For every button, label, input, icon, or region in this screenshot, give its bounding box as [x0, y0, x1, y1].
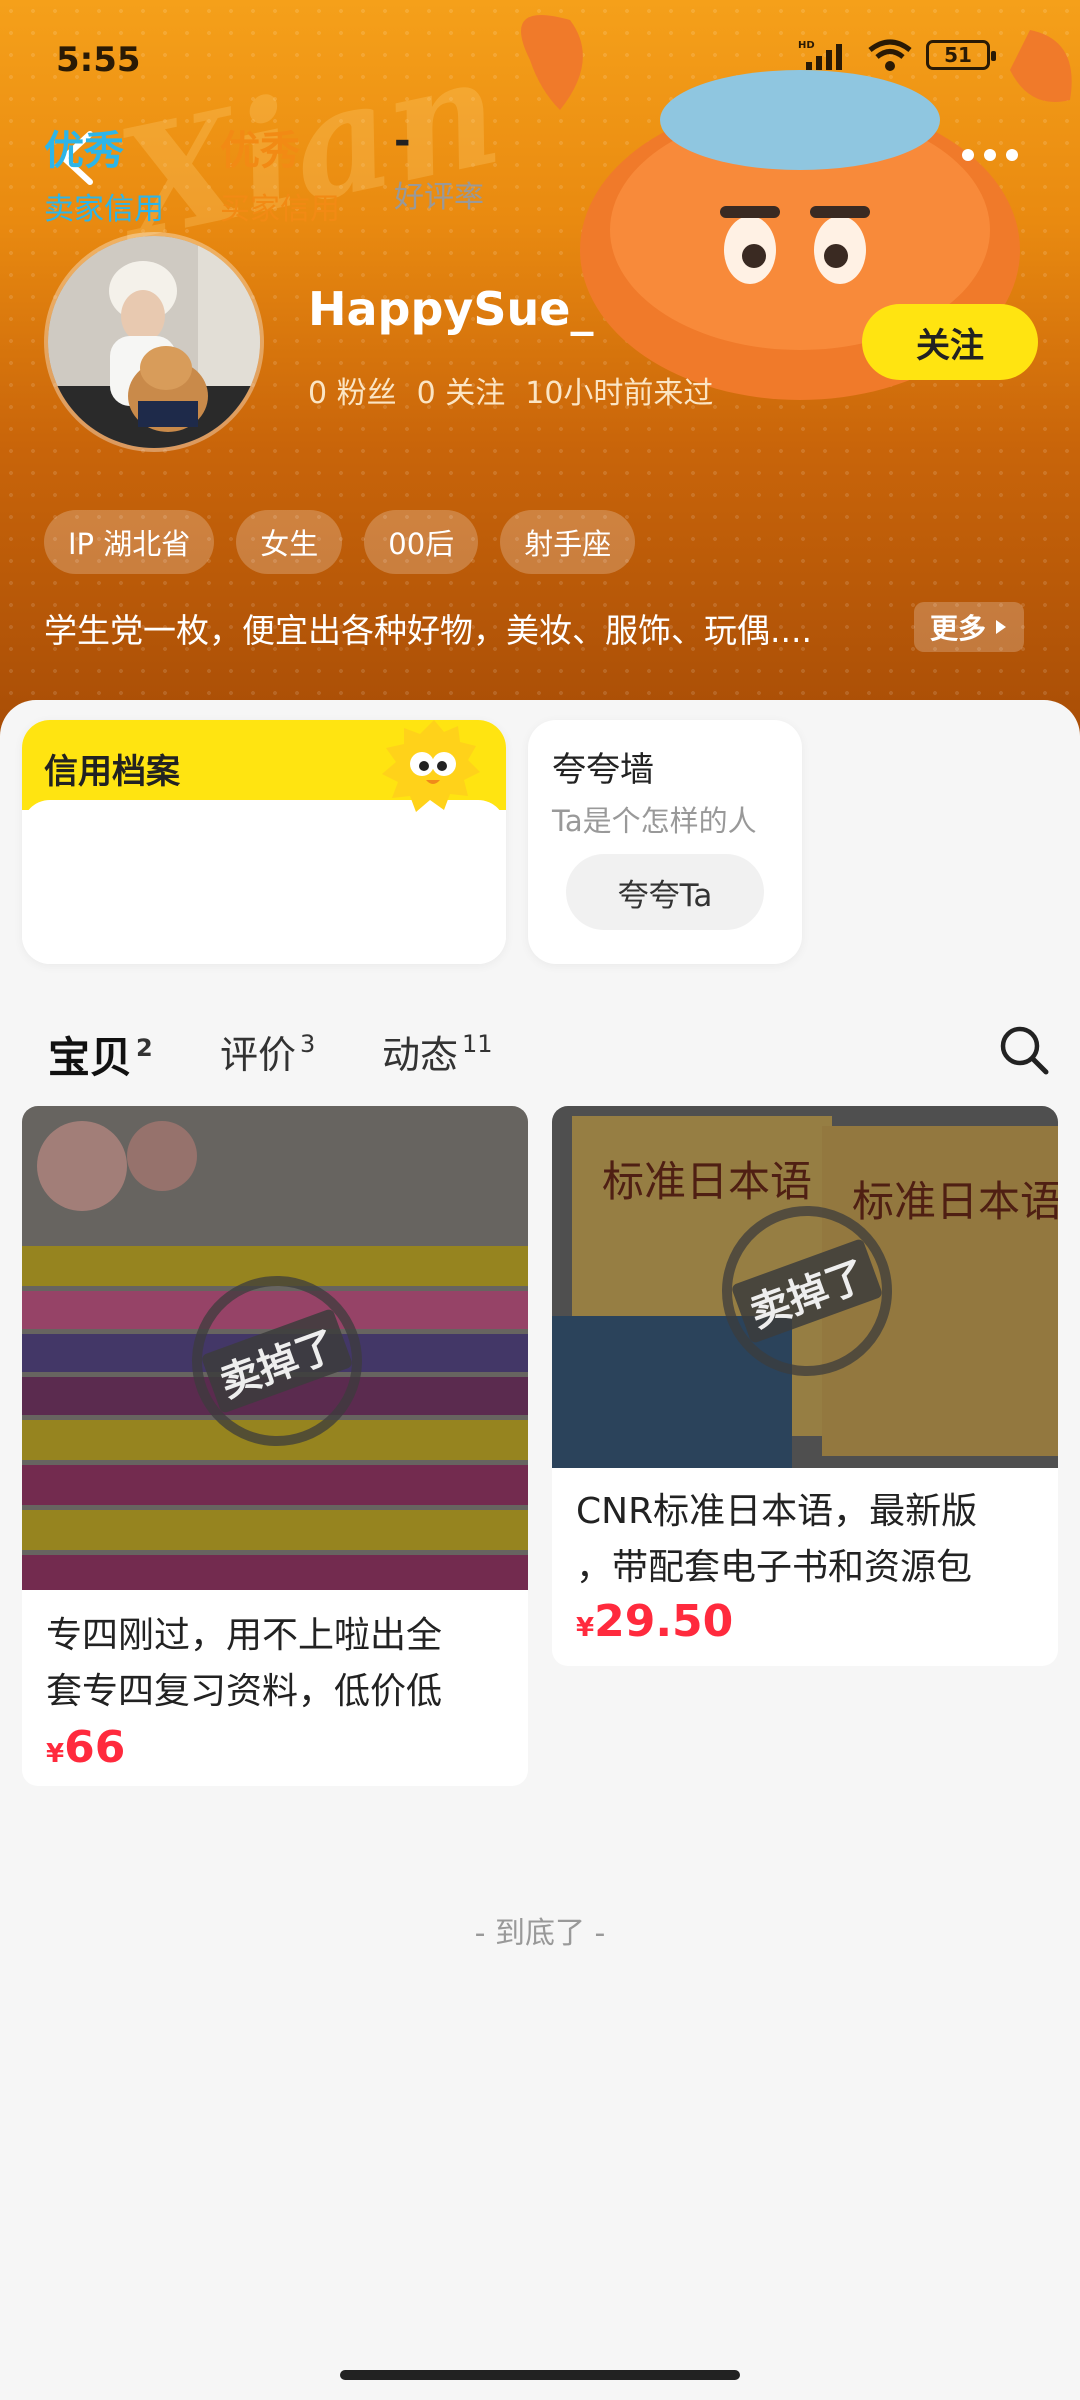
battery-icon: 51	[926, 40, 996, 70]
product-title-line-1: CNR标准日本语，最新版	[576, 1491, 978, 1532]
price-value: 29.50	[594, 1596, 734, 1647]
tab-items[interactable]: 宝贝 2	[48, 1024, 153, 1085]
tag-gender: 女生	[236, 510, 343, 574]
praise-button[interactable]: 夸夸Ta	[566, 854, 764, 930]
more-options-icon[interactable]	[962, 140, 1032, 170]
good-rate-value: -	[394, 118, 411, 164]
profile-stats: 0 粉丝 0 关注 10小时前来过	[308, 368, 713, 412]
product-card[interactable]: 卖掉了 专四刚过，用不上啦出全 套专四复习资料，低价低 ¥66	[22, 1106, 528, 1786]
product-title: CNR标准日本语，最新版 ，带配套电子书和资源包	[576, 1484, 977, 1596]
profile-banner: Xian 5:55 HD 51 HappySue_ 0 粉丝 0 关注 10小时…	[0, 0, 1080, 740]
tab-reviews-label: 评价	[220, 1033, 297, 1077]
followers-count[interactable]: 0 粉丝	[308, 368, 397, 412]
currency-symbol: ¥	[46, 1739, 65, 1769]
credit-title: 信用档案	[44, 752, 180, 792]
username: HappySue_	[308, 282, 594, 336]
product-title: 专四刚过，用不上啦出全 套专四复习资料，低价低	[46, 1608, 442, 1720]
praise-wall-card[interactable]: 夸夸墙 Ta是个怎样的人 夸夸Ta	[528, 720, 802, 964]
signal-icon: HD	[798, 40, 842, 70]
svg-text:HD: HD	[798, 40, 815, 51]
seller-credit-label: 卖家信用	[44, 192, 164, 227]
follow-button[interactable]: 关注	[862, 304, 1038, 380]
status-icons: HD 51	[798, 38, 996, 72]
praise-title: 夸夸墙	[552, 750, 654, 790]
avatar[interactable]	[44, 232, 264, 452]
product-title-line-2: ，带配套电子书和资源包	[576, 1547, 973, 1588]
price-value: 66	[64, 1722, 126, 1773]
buyer-credit-value: 优秀	[220, 128, 300, 174]
profile-bio: 学生党一枚，便宜出各种好物，美妆、服饰、玩偶....	[44, 611, 812, 650]
buyer-credit: 优秀 买家信用	[220, 118, 340, 228]
tab-reviews-count: 3	[300, 1030, 316, 1058]
search-icon[interactable]	[998, 1024, 1050, 1076]
tab-posts-count: 11	[462, 1030, 493, 1058]
credit-body	[22, 800, 506, 964]
product-price: ¥29.50	[576, 1596, 733, 1647]
tab-posts[interactable]: 动态 11	[382, 1024, 493, 1079]
avatar-photo	[48, 236, 260, 448]
seller-credit: 优秀 卖家信用	[44, 118, 164, 228]
praise-subtitle: Ta是个怎样的人	[552, 804, 757, 838]
bio-more-label: 更多	[930, 612, 987, 645]
tab-posts-label: 动态	[382, 1033, 459, 1077]
tab-items-count: 2	[136, 1034, 153, 1062]
following-count[interactable]: 0 关注	[417, 368, 506, 412]
tag-age: 00后	[364, 510, 479, 574]
end-of-list-tip: - 到底了 -	[474, 1916, 606, 1951]
wifi-icon	[868, 39, 912, 71]
tab-reviews[interactable]: 评价 3	[220, 1024, 315, 1079]
bio-more-button[interactable]: 更多	[914, 602, 1025, 652]
status-bar: 5:55 HD 51	[0, 0, 1080, 120]
good-rate: - 好评率	[394, 118, 484, 216]
chick-mascot-icon	[382, 720, 480, 812]
last-visit: 10小时前来过	[525, 376, 714, 411]
buyer-credit-label: 买家信用	[220, 192, 340, 227]
good-rate-label: 好评率	[394, 180, 484, 215]
status-time: 5:55	[56, 40, 141, 80]
currency-symbol: ¥	[576, 1613, 595, 1643]
product-title-line-2: 套专四复习资料，低价低	[46, 1671, 443, 1712]
home-indicator[interactable]	[340, 2370, 740, 2380]
seller-credit-value: 优秀	[44, 128, 124, 174]
tag-ip: IP 湖北省	[44, 510, 215, 574]
profile-tags: IP 湖北省 女生 00后 射手座	[44, 510, 636, 574]
product-card[interactable]: 标准日本语 标准日本语 卖掉了 CNR标准日本语，最新版 ，带配套电子书和资源包…	[552, 1106, 1058, 1666]
triangle-right-icon	[996, 620, 1007, 634]
tab-items-label: 宝贝	[48, 1033, 133, 1082]
product-price: ¥66	[46, 1722, 125, 1773]
tag-zodiac: 射手座	[500, 510, 636, 574]
product-title-line-1: 专四刚过，用不上啦出全	[46, 1615, 443, 1656]
